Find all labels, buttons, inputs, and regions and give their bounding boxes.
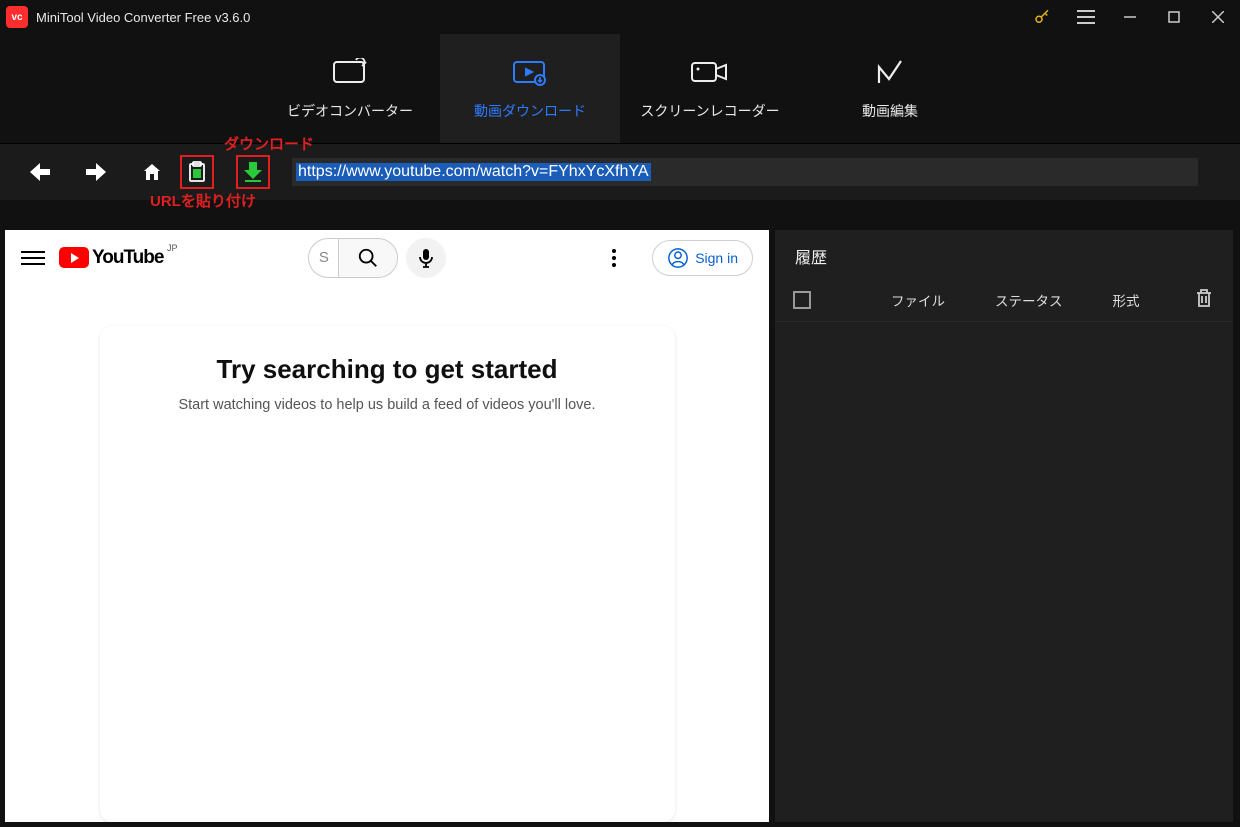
col-format: 形式 — [1113, 290, 1140, 310]
search-button[interactable] — [338, 238, 398, 278]
search-input[interactable]: S — [308, 238, 338, 278]
tab-label: ビデオコンバーター — [287, 101, 413, 121]
start-download-button[interactable] — [236, 155, 270, 189]
tab-label: 動画編集 — [862, 101, 918, 121]
editor-icon — [875, 57, 905, 87]
close-button[interactable] — [1196, 0, 1240, 34]
col-file: ファイル — [891, 290, 945, 310]
play-icon — [59, 247, 89, 268]
titlebar: vc MiniTool Video Converter Free v3.6.0 — [0, 0, 1240, 34]
nav-back-button[interactable] — [12, 152, 68, 192]
app-title: MiniTool Video Converter Free v3.6.0 — [36, 10, 250, 25]
tab-label: スクリーンレコーダー — [640, 101, 779, 121]
embedded-browser: YouTube JP S Sign in — [5, 230, 769, 822]
paste-url-button[interactable] — [180, 155, 214, 189]
menu-icon[interactable] — [1064, 0, 1108, 34]
youtube-region: JP — [167, 243, 178, 253]
youtube-logo-text: YouTube — [92, 247, 163, 269]
converter-icon — [332, 57, 368, 87]
download-icon — [512, 57, 548, 87]
sign-in-label: Sign in — [695, 250, 738, 266]
upgrade-key-icon[interactable] — [1020, 0, 1064, 34]
more-options-button[interactable] — [602, 249, 626, 267]
history-pane: 履歴 ファイル ステータス 形式 — [775, 230, 1233, 822]
annotation-paste-url: URLを貼り付け — [150, 190, 256, 211]
annotation-download: ダウンロード — [224, 133, 314, 154]
tab-label: 動画ダウンロード — [474, 101, 586, 121]
history-title: 履歴 — [775, 230, 1233, 278]
nav-forward-button[interactable] — [68, 152, 124, 192]
youtube-empty-card: Try searching to get started Start watch… — [100, 326, 675, 822]
user-icon — [667, 247, 689, 269]
col-status: ステータス — [995, 290, 1063, 310]
minimize-button[interactable] — [1108, 0, 1152, 34]
select-all-checkbox[interactable] — [793, 291, 811, 309]
sign-in-button[interactable]: Sign in — [652, 240, 753, 276]
hamburger-icon[interactable] — [21, 251, 45, 265]
card-body: Start watching videos to help us build a… — [132, 397, 643, 413]
history-header: ファイル ステータス 形式 — [775, 278, 1233, 322]
recorder-icon — [690, 57, 730, 87]
delete-button[interactable] — [1195, 288, 1215, 311]
voice-search-button[interactable] — [406, 238, 446, 278]
tab-video-converter[interactable]: ビデオコンバーター — [260, 34, 440, 143]
card-heading: Try searching to get started — [132, 354, 643, 385]
tab-screen-recorder[interactable]: スクリーンレコーダー — [620, 34, 800, 143]
nav-home-button[interactable] — [124, 152, 180, 192]
maximize-button[interactable] — [1152, 0, 1196, 34]
main-tabs: ビデオコンバーター 動画ダウンロード スクリーンレコーダー 動画編集 — [0, 34, 1240, 144]
browser-toolbar: URLを貼り付け ダウンロード https://www.youtube.com/… — [0, 144, 1240, 200]
youtube-logo[interactable]: YouTube JP — [59, 247, 163, 269]
tab-video-download[interactable]: 動画ダウンロード — [440, 34, 620, 143]
url-text: https://www.youtube.com/watch?v=FYhxYcXf… — [296, 163, 651, 181]
url-field[interactable]: https://www.youtube.com/watch?v=FYhxYcXf… — [292, 158, 1198, 186]
tab-video-editor[interactable]: 動画編集 — [800, 34, 980, 143]
app-logo: vc — [6, 6, 28, 28]
youtube-header: YouTube JP S Sign in — [5, 230, 769, 286]
